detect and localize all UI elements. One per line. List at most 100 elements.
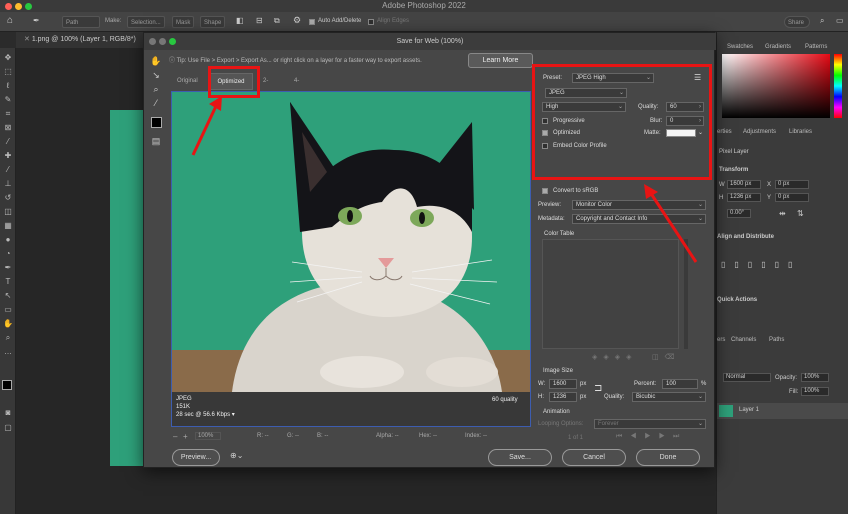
zoom-tool-icon[interactable]: ⌕ (150, 83, 162, 95)
layer-row[interactable] (717, 403, 848, 419)
zoom-tool-icon[interactable]: ⌕ (3, 333, 13, 343)
tab-libraries[interactable]: Libraries (789, 129, 812, 135)
crop-tool-icon[interactable]: ⌗ (3, 109, 13, 119)
tab-adjustments[interactable]: Adjustments (743, 129, 776, 135)
learn-more-button[interactable]: Learn More (468, 53, 533, 68)
marquee-tool-icon[interactable]: ⬚ (3, 67, 13, 77)
pen-tool-icon[interactable]: ✒ (33, 16, 40, 25)
mask-button[interactable]: Mask (172, 16, 195, 28)
brush-tool-icon[interactable]: ⁄ (3, 165, 13, 175)
screen-mode-icon[interactable]: ▢ (3, 423, 13, 433)
tab-2-up[interactable]: 2-Up (259, 73, 275, 101)
blend-mode-select[interactable]: Normal (723, 373, 771, 382)
image-height-field[interactable]: 1236 (549, 392, 577, 402)
home-icon[interactable]: ⌂ (7, 15, 13, 26)
eyedropper-color-swatch[interactable] (151, 117, 162, 128)
tab-channels[interactable]: Channels (731, 337, 756, 343)
rectangle-tool-icon[interactable]: ▭ (3, 305, 13, 315)
path-mode-select[interactable]: Path (62, 16, 100, 28)
workspace-icon[interactable]: ▭ (836, 16, 844, 25)
document-tab[interactable]: ✕ 1.png @ 100% (Layer 1, RGB/8*) (24, 35, 136, 43)
close-window-button[interactable] (5, 3, 12, 10)
more-tools-icon[interactable]: … (3, 347, 13, 357)
tab-original[interactable]: Original (173, 73, 202, 90)
tab-4-up[interactable]: 4-Up (290, 73, 306, 101)
tab-layers[interactable]: ers (717, 337, 725, 343)
path-operations-icon[interactable]: ◧ (236, 16, 244, 25)
stamp-tool-icon[interactable]: ⊥ (3, 179, 13, 189)
tab-patterns[interactable]: Patterns (805, 44, 827, 50)
path-alignment-icon[interactable]: ⊟ (256, 16, 263, 25)
settings-gear-icon[interactable]: ⚙ (293, 15, 301, 26)
quick-mask-icon[interactable]: ◙ (3, 408, 13, 418)
percent-field[interactable]: 100 (662, 379, 698, 389)
hue-slider[interactable] (834, 54, 842, 118)
tab-swatches[interactable]: Swatches (727, 44, 753, 50)
color-table-tools-icon[interactable]: ◈◈◈◈ (592, 353, 638, 361)
eraser-tool-icon[interactable]: ◫ (3, 207, 13, 217)
foreground-color-swatch[interactable] (2, 380, 12, 390)
selection-button[interactable]: Selection... (127, 16, 165, 28)
save-button[interactable]: Save... (488, 449, 552, 466)
eyedropper-tool-icon[interactable]: ⁄ (3, 137, 13, 147)
align-edges-checkbox[interactable] (368, 19, 374, 25)
tab-gradients[interactable]: Gradients (765, 44, 791, 50)
search-icon[interactable]: ⌕ (820, 16, 824, 26)
width-field[interactable]: 1600 px (727, 180, 761, 189)
pen-tool-icon[interactable]: ✒ (3, 263, 13, 273)
maximize-window-button[interactable] (25, 3, 32, 10)
preview-button[interactable]: Preview... (172, 449, 220, 466)
color-table-scrollbar[interactable] (684, 239, 688, 349)
share-button[interactable]: Share (784, 16, 810, 28)
tab-paths[interactable]: Paths (769, 337, 784, 343)
fill-field[interactable]: 100% (801, 387, 829, 396)
angle-field[interactable]: 0.00° (727, 209, 751, 218)
frame-tool-icon[interactable]: ⊠ (3, 123, 13, 133)
cancel-button[interactable]: Cancel (562, 449, 626, 466)
browser-preview-icon[interactable]: ⊕⌄ (230, 451, 243, 460)
healing-brush-icon[interactable]: ✚ (3, 151, 13, 161)
blur-tool-icon[interactable]: ● (3, 235, 13, 245)
x-field[interactable]: 0 px (775, 180, 809, 189)
eyedropper-icon[interactable]: ⁄ (150, 97, 162, 109)
auto-add-delete-checkbox[interactable] (309, 19, 315, 25)
dodge-tool-icon[interactable]: ◔ (3, 249, 13, 259)
minimize-window-button[interactable] (15, 3, 22, 10)
type-tool-icon[interactable]: T (3, 277, 13, 287)
quick-select-icon[interactable]: ✎ (3, 95, 13, 105)
zoom-level-select[interactable]: 100% (195, 432, 221, 440)
gradient-tool-icon[interactable]: ▦ (3, 221, 13, 231)
history-brush-icon[interactable]: ↺ (3, 193, 13, 203)
image-width-field[interactable]: 1600 (549, 379, 577, 389)
path-select-icon[interactable]: ↖ (3, 291, 13, 301)
opacity-field[interactable]: 100% (801, 373, 829, 382)
color-picker-field[interactable] (722, 54, 830, 118)
move-tool-icon[interactable]: ✥ (3, 53, 13, 63)
dialog-zoom-button[interactable] (169, 38, 176, 45)
tab-properties[interactable]: erties (717, 129, 732, 135)
link-proportions-icon[interactable]: ⊐ (594, 383, 602, 394)
y-field[interactable]: 0 px (775, 193, 809, 202)
height-field[interactable]: 1236 px (727, 193, 761, 202)
color-table[interactable] (542, 239, 679, 349)
zoom-out-icon[interactable]: – (173, 432, 177, 441)
path-arrangement-icon[interactable]: ⧉ (274, 16, 280, 26)
toggle-slices-icon[interactable]: ▤ (150, 135, 162, 147)
hand-tool-icon[interactable]: ✋ (150, 55, 162, 67)
layer-name[interactable]: Layer 1 (739, 407, 759, 413)
resample-select[interactable]: Bicubic ⌄ (632, 392, 706, 402)
dialog-close-button[interactable] (149, 38, 156, 45)
flip-vertical-icon[interactable]: ⇅ (797, 209, 804, 218)
slice-select-icon[interactable]: ↘ (150, 69, 162, 81)
metadata-select[interactable]: Copyright and Contact Info ⌄ (572, 214, 706, 224)
dialog-minimize-button[interactable] (159, 38, 166, 45)
flip-horizontal-icon[interactable]: ⇹ (779, 209, 786, 218)
shape-button[interactable]: Shape (200, 16, 226, 28)
preview-color-select[interactable]: Monitor Color ⌄ (572, 200, 706, 210)
align-buttons-icon[interactable]: ▯▯▯▯▯▯ (721, 260, 801, 269)
optimized-preview-pane[interactable] (171, 91, 531, 427)
convert-srgb-checkbox[interactable] (542, 188, 548, 194)
done-button[interactable]: Done (636, 449, 700, 466)
looping-select[interactable]: Forever ⌄ (594, 419, 706, 429)
color-table-delete-icon[interactable]: ◫⌫ (652, 353, 681, 361)
